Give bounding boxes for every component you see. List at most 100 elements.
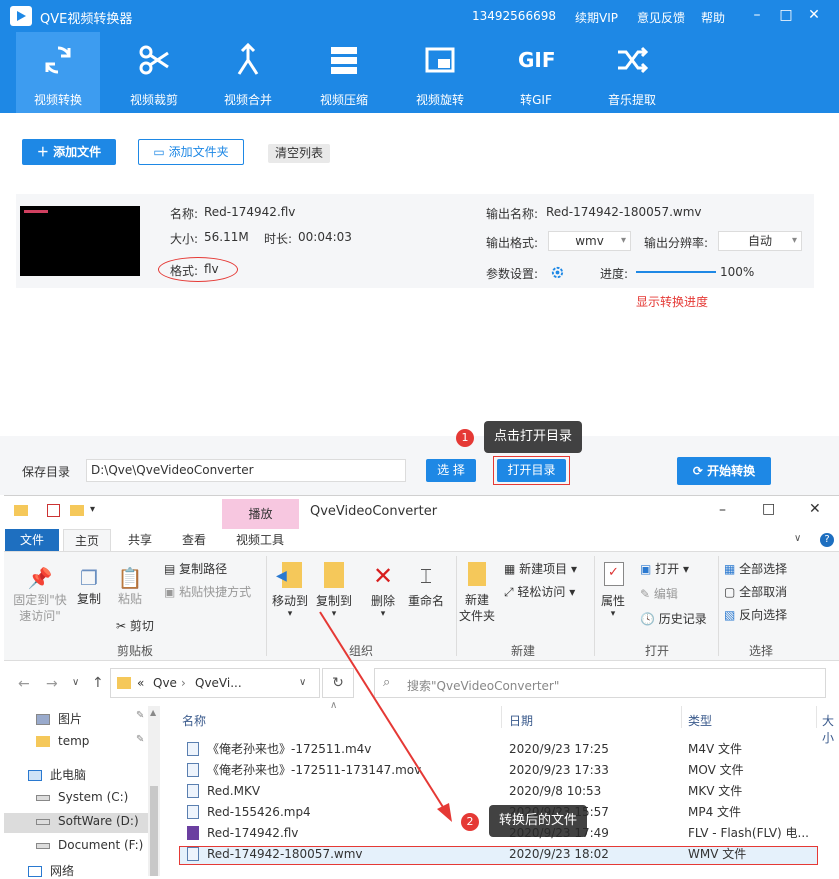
column-size[interactable]: 大小 — [822, 712, 838, 746]
callout-open-dir: 点击打开目录 — [484, 421, 583, 453]
scissors-icon — [139, 45, 169, 75]
tab-video-tools[interactable]: 视频工具 — [226, 529, 294, 551]
column-name[interactable]: 名称 — [182, 712, 206, 729]
maximize-icon[interactable]: □ — [775, 4, 797, 26]
vip-link[interactable]: 续期VIP — [575, 9, 618, 26]
nav-scrollbar[interactable]: ▲ — [148, 706, 160, 876]
column-date[interactable]: 日期 — [509, 712, 533, 729]
folder-icon — [36, 736, 50, 747]
pin-icon[interactable]: ✎ — [136, 710, 144, 721]
output-format-select[interactable]: wmv — [548, 231, 631, 251]
tool-video-rotate[interactable]: 视频旋转 — [398, 32, 482, 113]
properties-button[interactable]: ✓ 属性 ▾ — [596, 562, 630, 619]
copy-path-button[interactable]: ▤ 复制路径 — [164, 560, 227, 577]
output-name[interactable]: Red-174942-180057.wmv — [546, 205, 702, 219]
nav-item[interactable]: temp ✎ — [36, 734, 144, 748]
group-clipboard: 剪贴板 — [116, 644, 153, 658]
history-button[interactable]: 🕓 历史记录 — [640, 610, 707, 627]
nav-item[interactable]: 图片 ✎ — [36, 710, 144, 727]
tool-to-gif[interactable]: GIF 转GIF — [494, 32, 578, 113]
help-icon[interactable]: ? — [820, 533, 834, 547]
choose-button[interactable]: 选 择 — [426, 459, 476, 482]
select-none-icon: ▢ — [724, 585, 740, 599]
drive-icon — [36, 842, 50, 849]
pin-quick-access-button[interactable]: 📌 固定到"快 速访问" — [8, 566, 72, 624]
up-arrow-icon[interactable]: ↑ — [92, 675, 104, 691]
rename-button[interactable]: ⌶ 重命名 — [406, 562, 446, 609]
delete-button[interactable]: ✕ 删除 ▾ — [368, 562, 398, 619]
tab-view[interactable]: 查看 — [170, 529, 218, 551]
output-res-select[interactable]: 自动 — [718, 231, 802, 251]
chevron-down-icon[interactable]: ∨ — [299, 677, 306, 688]
cut-button[interactable]: ✂ 剪切 — [116, 617, 154, 634]
select-none-button[interactable]: ▢ 全部取消 — [724, 583, 787, 600]
nav-item[interactable]: 网络 — [28, 862, 74, 879]
new-folder-quick-icon[interactable] — [70, 505, 84, 516]
gear-icon[interactable] — [550, 265, 565, 280]
app-title: QVE视频转换器 — [40, 12, 133, 27]
clear-list-button[interactable]: 清空列表 — [268, 144, 330, 163]
nav-item[interactable]: Document (F:) — [36, 838, 143, 852]
quick-access-dropdown-icon[interactable]: ▾ — [90, 504, 95, 515]
properties-quick-icon[interactable] — [47, 504, 60, 517]
nav-item[interactable]: SoftWare (D:) — [36, 814, 139, 828]
close-icon[interactable]: ✕ — [803, 4, 825, 26]
tab-file[interactable]: 文件 — [5, 529, 59, 551]
pin-icon[interactable]: ✎ — [136, 734, 144, 745]
column-type[interactable]: 类型 — [688, 712, 712, 729]
back-arrow-icon[interactable]: ← — [18, 676, 30, 692]
select-all-button[interactable]: ▦ 全部选择 — [724, 560, 787, 577]
refresh-icon: ⟳ — [692, 464, 708, 478]
file-row[interactable]: 《俺老孙来也》-172511.m4v 2020/9/23 17:25 M4V 文件 — [179, 739, 819, 759]
address-bar[interactable]: « Qve › QveVi... ∨ — [110, 668, 320, 698]
tab-share[interactable]: 共享 — [116, 529, 164, 551]
tool-video-compress[interactable]: 视频压缩 — [302, 32, 386, 113]
search-box[interactable]: ⌕ 搜索"QveVideoConverter" — [374, 668, 826, 698]
paste-shortcut-button[interactable]: ▣ 粘贴快捷方式 — [164, 583, 251, 600]
copy-to-button[interactable]: 复制到 ▾ — [312, 562, 356, 619]
qve-app-window: QVE视频转换器 13492566698 续期VIP 意见反馈 帮助 – □ ✕… — [0, 0, 839, 495]
address-crumb-qve[interactable]: Qve — [153, 676, 177, 690]
forward-arrow-icon[interactable]: → — [46, 676, 58, 692]
recent-locations-icon[interactable]: ∨ — [72, 677, 79, 688]
move-to-button[interactable]: ◀ 移动到 ▾ — [270, 562, 310, 619]
new-folder-button[interactable]: 新建 文件夹 — [458, 562, 496, 624]
nav-item[interactable]: System (C:) — [36, 790, 128, 804]
add-file-button[interactable]: ＋ 添加文件 — [22, 139, 116, 165]
start-convert-button[interactable]: ⟳ 开始转换 — [677, 457, 771, 485]
file-row[interactable]: 《俺老孙来也》-172511-173147.mov 2020/9/23 17:33… — [179, 760, 819, 780]
tool-video-merge[interactable]: 视频合并 — [206, 32, 290, 113]
tab-home[interactable]: 主页 — [63, 529, 111, 551]
open-directory-button[interactable]: 打开目录 — [497, 459, 566, 482]
file-row[interactable]: Red-174942-180057.wmv 2020/9/23 18:02 WMV … — [179, 844, 819, 864]
new-item-button[interactable]: ▦ 新建项目 ▾ — [504, 560, 577, 577]
file-type: MKV 文件 — [688, 784, 743, 798]
shuffle-icon — [618, 46, 649, 74]
sort-up-icon: ∧ — [330, 700, 338, 711]
help-link[interactable]: 帮助 — [701, 9, 725, 26]
tool-label: 视频旋转 — [415, 93, 464, 107]
tool-video-convert[interactable]: 视频转换 — [16, 32, 100, 113]
close-icon[interactable]: ✕ — [809, 501, 821, 517]
file-row[interactable]: Red.MKV 2020/9/8 10:53 MKV 文件 — [179, 781, 819, 801]
add-folder-button[interactable]: ▭ 添加文件夹 — [138, 139, 244, 165]
easy-access-button[interactable]: ⤢ 轻松访问 ▾ — [504, 583, 575, 600]
tool-video-crop[interactable]: 视频裁剪 — [112, 32, 196, 113]
address-crumb-current[interactable]: QveVi... — [195, 676, 242, 690]
refresh-icon[interactable]: ↻ — [322, 668, 354, 698]
address-prefix: « — [137, 676, 145, 690]
nav-item[interactable]: 此电脑 — [28, 766, 86, 783]
edit-button[interactable]: ✎ 编辑 — [640, 585, 678, 602]
paste-button[interactable]: 📋 粘贴 — [114, 566, 146, 607]
context-tab-play[interactable]: 播放 — [222, 499, 299, 529]
maximize-icon[interactable]: □ — [762, 501, 775, 517]
minimize-icon[interactable]: – — [719, 502, 726, 518]
save-path-input[interactable]: D:\Qve\QveVideoConverter — [86, 459, 406, 482]
copy-button[interactable]: ❐ 复制 — [74, 566, 104, 607]
invert-selection-button[interactable]: ▧ 反向选择 — [724, 606, 787, 623]
ribbon-collapse-icon[interactable]: ∨ — [794, 533, 801, 544]
tool-music-extract[interactable]: 音乐提取 — [590, 32, 674, 113]
open-button[interactable]: ▣ 打开 ▾ — [640, 560, 689, 577]
minimize-icon[interactable]: – — [746, 4, 768, 26]
feedback-link[interactable]: 意见反馈 — [637, 9, 685, 26]
